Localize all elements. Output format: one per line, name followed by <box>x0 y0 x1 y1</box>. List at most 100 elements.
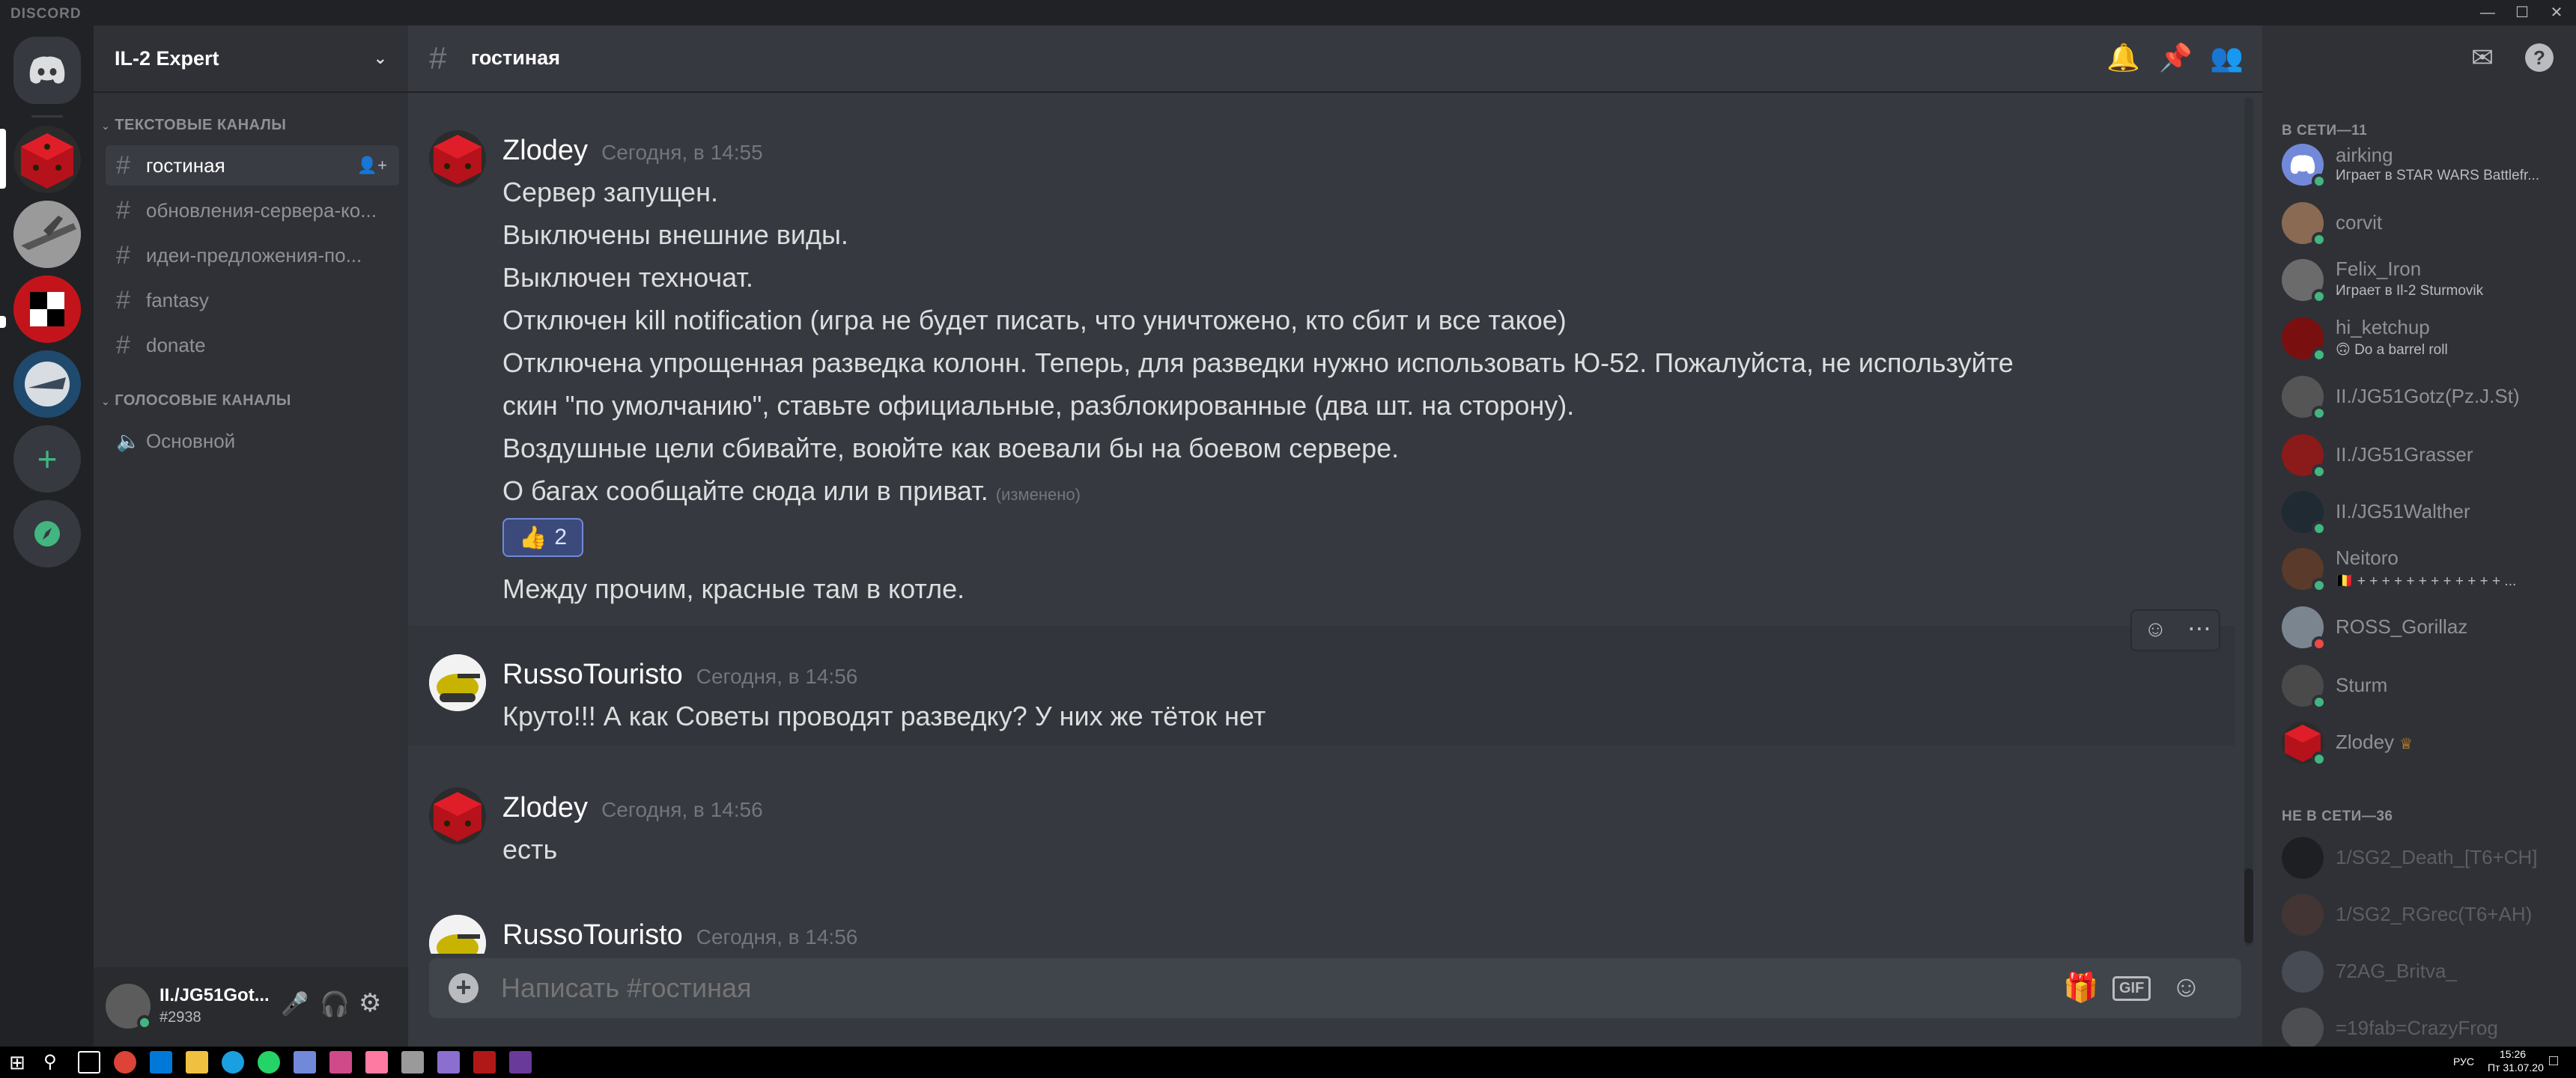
members-icon[interactable]: 👥 <box>2210 42 2244 73</box>
message-text: О багах сообщайте сюда или в приват. <box>502 475 988 506</box>
message-author[interactable]: Zlodey Сегодня, в 14:55 <box>502 135 763 167</box>
member-airking[interactable]: airking Играет в STAR WARS Battlefr... <box>2282 138 2566 190</box>
author-name[interactable]: RussoTouristo <box>502 659 683 690</box>
member-hi-ketchup[interactable]: hi_ketchup 🙃 Do a barrel roll <box>2282 311 2566 364</box>
close-button[interactable]: ✕ <box>2540 0 2573 25</box>
message-author[interactable]: RussoTouristo Сегодня, в 14:56 <box>502 659 857 691</box>
channel-updates[interactable]: # обновления-сервера-ко... <box>106 190 399 231</box>
member-felix-iron[interactable]: Felix_Iron Играет в Il-2 Sturmovik <box>2282 253 2566 305</box>
member-activity: Играет в Il-2 Sturmovik <box>2336 283 2484 299</box>
category-voice-channels[interactable]: ⌄ ГОЛОСОВЫЕ КАНАЛЫ <box>101 392 291 409</box>
search-icon[interactable]: ⚲ <box>43 1051 57 1073</box>
scrollbar-thumb[interactable] <box>2244 868 2253 943</box>
clock-date[interactable]: Пт 31.07.20 <box>2488 1062 2544 1074</box>
chat-scrollbar[interactable] <box>2244 97 2253 946</box>
member-name: II./JG51Walther <box>2336 500 2470 523</box>
gif-button[interactable]: GIF <box>2112 976 2151 1001</box>
pin-icon[interactable]: 📌 <box>2159 42 2193 73</box>
help-icon[interactable]: ? <box>2525 43 2554 72</box>
upload-button[interactable]: + <box>449 973 479 1003</box>
server-shark[interactable] <box>13 350 81 418</box>
maximize-button[interactable]: ☐ <box>2506 0 2539 25</box>
more-options-icon[interactable]: ⋯ <box>2187 614 2211 642</box>
chrome-icon[interactable] <box>114 1051 136 1074</box>
app-icon[interactable] <box>329 1051 352 1074</box>
author-name[interactable]: RussoTouristo <box>502 919 683 951</box>
member-zlodey[interactable]: Zlodey ♕ <box>2282 716 2566 768</box>
member-name: =19fab=CrazyFrog <box>2336 1017 2498 1039</box>
add-reaction-icon[interactable]: ☺ <box>2144 617 2167 642</box>
channel-name: Основной <box>146 429 236 452</box>
inbox-icon[interactable]: ✉ <box>2471 42 2494 73</box>
home-button[interactable] <box>13 37 81 104</box>
author-name[interactable]: Zlodey <box>502 792 588 823</box>
message-author[interactable]: Zlodey Сегодня, в 14:56 <box>502 792 763 824</box>
input-language[interactable]: РУС <box>2453 1056 2474 1068</box>
message-input[interactable] <box>501 969 1984 1008</box>
app-icon[interactable] <box>365 1051 388 1074</box>
hash-icon: # <box>116 150 130 180</box>
message-author[interactable]: RussoTouristo Сегодня, в 14:56 <box>502 919 857 951</box>
member-offline[interactable]: 1/SG2_Death_[T6+CH] <box>2282 831 2566 883</box>
app-icon[interactable] <box>509 1051 532 1074</box>
viber-icon[interactable] <box>437 1051 460 1074</box>
member-jg51gotz[interactable]: II./JG51Gotz(Pz.J.St) <box>2282 370 2566 422</box>
author-name[interactable]: Zlodey <box>502 135 588 166</box>
member-jg51walther[interactable]: II./JG51Walther <box>2282 485 2566 538</box>
server-plane[interactable] <box>13 201 81 268</box>
iron-cross-icon <box>13 275 81 343</box>
message-timestamp: Сегодня, в 14:56 <box>601 798 763 821</box>
server-red-cross[interactable] <box>13 275 81 343</box>
avatar[interactable] <box>429 788 486 844</box>
channel-fantasy[interactable]: # fantasy <box>106 280 399 320</box>
task-view-icon[interactable] <box>78 1051 100 1074</box>
member-name: II./JG51Grasser <box>2336 443 2473 466</box>
reaction-thumbsup[interactable]: 👍 2 <box>502 518 583 557</box>
voice-channel-main[interactable]: 🔈 Основной <box>106 421 399 461</box>
status-online-dot <box>137 1015 152 1030</box>
online-header: В СЕТИ—11 <box>2282 123 2368 138</box>
avatar[interactable] <box>429 915 486 954</box>
clock-time[interactable]: 15:26 <box>2500 1048 2526 1060</box>
app-icon[interactable] <box>222 1051 244 1074</box>
member-offline[interactable]: 1/SG2_RGrec(T6+AH) <box>2282 888 2566 940</box>
notifications-icon[interactable]: □ <box>2549 1053 2558 1070</box>
server-header[interactable]: IL-2 Expert ⌄ <box>94 25 408 93</box>
member-sturm[interactable]: Sturm <box>2282 659 2566 711</box>
emoji-icon[interactable]: ☺ <box>2171 970 2202 1004</box>
member-ross-gorillaz[interactable]: ROSS_Gorillaz <box>2282 600 2566 653</box>
user-tag: #2938 <box>160 1009 201 1026</box>
app-icon[interactable] <box>401 1051 424 1074</box>
app-icon[interactable] <box>473 1051 496 1074</box>
minimize-button[interactable]: — <box>2471 0 2504 25</box>
avatar[interactable] <box>429 130 486 187</box>
server-il2-expert[interactable] <box>13 126 81 193</box>
edited-tag: (изменено) <box>995 485 1081 504</box>
gift-icon[interactable]: 🎁 <box>2063 972 2098 1005</box>
channel-sidebar: IL-2 Expert ⌄ ⌄ ТЕКСТОВЫЕ КАНАЛЫ # гости… <box>94 25 408 1047</box>
member-name-text: Zlodey <box>2336 731 2395 753</box>
add-server-button[interactable]: + <box>13 425 81 493</box>
avatar[interactable] <box>429 654 486 711</box>
member-neitoro[interactable]: Neitoro 🇧🇪 + + + + + + + + + + + + ... <box>2282 542 2566 594</box>
discord-taskbar-icon[interactable] <box>294 1051 316 1074</box>
headphones-icon[interactable]: 🎧 <box>320 990 350 1018</box>
bell-icon[interactable]: 🔔 <box>2106 42 2140 73</box>
explore-servers-button[interactable] <box>13 500 81 567</box>
whatsapp-icon[interactable] <box>258 1051 280 1074</box>
windows-start-icon[interactable]: ⊞ <box>9 1051 25 1074</box>
member-name: 1/SG2_RGrec(T6+AH) <box>2336 903 2533 925</box>
member-corvit[interactable]: corvit <box>2282 196 2566 249</box>
invite-member-icon[interactable]: 👤+ <box>357 156 387 175</box>
channel-ideas[interactable]: # идеи-предложения-по... <box>106 235 399 275</box>
gear-icon[interactable]: ⚙ <box>359 988 381 1018</box>
file-explorer-icon[interactable] <box>186 1051 208 1074</box>
edge-icon[interactable] <box>150 1051 172 1074</box>
microphone-icon[interactable]: 🎤 <box>281 991 309 1017</box>
member-offline[interactable]: =19fab=CrazyFrog <box>2282 1002 2566 1047</box>
channel-donate[interactable]: # donate <box>106 325 399 365</box>
channel-gostinaya[interactable]: # гостиная 👤+ <box>106 145 399 186</box>
category-text-channels[interactable]: ⌄ ТЕКСТОВЫЕ КАНАЛЫ <box>101 117 286 134</box>
member-offline[interactable]: 72AG_Britva_ <box>2282 945 2566 997</box>
member-jg51grasser[interactable]: II./JG51Grasser <box>2282 428 2566 481</box>
